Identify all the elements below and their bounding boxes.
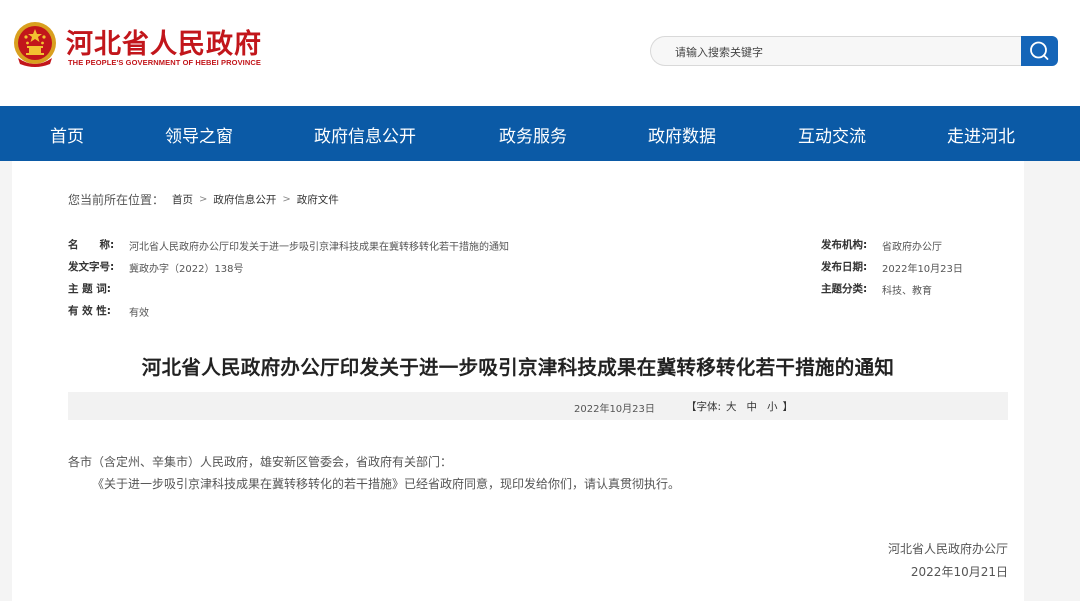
content-panel: 您当前所在位置： 首页 > 政府信息公开 > 政府文件 名 称: 河北省人民政府…	[12, 161, 1024, 601]
article-signature: 河北省人民政府办公厅	[887, 542, 1008, 556]
nav-item-about-hebei[interactable]: 走进河北	[947, 122, 1015, 147]
site-header: 河北省人民政府 THE PEOPLE'S GOVERNMENT OF HEBEI…	[0, 0, 1080, 106]
national-emblem-icon[interactable]	[12, 20, 58, 70]
article-title: 河北省人民政府办公厅印发关于进一步吸引京津科技成果在冀转移转化若干措施的通知	[141, 356, 895, 379]
article-date: 2022年10月23日	[574, 404, 655, 415]
breadcrumb: 您当前所在位置： 首页 > 政府信息公开 > 政府文件	[68, 191, 339, 208]
font-size-prefix: 【字体:	[686, 401, 722, 413]
meta-subject-label: 主 题 词:	[68, 283, 112, 295]
site-subtitle: THE PEOPLE'S GOVERNMENT OF HEBEI PROVINC…	[68, 58, 261, 67]
meta-publisher-value: 省政府办公厅	[882, 242, 942, 253]
meta-name-value: 河北省人民政府办公厅印发关于进一步吸引京津科技成果在冀转移转化若干措施的通知	[129, 242, 509, 253]
search-input[interactable]	[675, 43, 1005, 61]
nav-item-gov-info[interactable]: 政府信息公开	[314, 122, 416, 147]
article-paragraph: 《关于进一步吸引京津科技成果在冀转移转化的若干措施》已经省政府同意，现印发给你们…	[92, 477, 681, 491]
meta-publisher-label: 发布机构:	[821, 239, 868, 251]
main-nav: 首页 领导之窗 政府信息公开 政务服务 政府数据 互动交流 走进河北	[0, 106, 1080, 161]
meta-validity-label: 有 效 性:	[68, 305, 112, 317]
article-sign-date: 2022年10月21日	[910, 565, 1008, 579]
meta-doc-no-value: 冀政办字（2022）138号	[129, 264, 244, 275]
meta-category-value: 科技、教育	[882, 286, 932, 297]
font-size-small[interactable]: 小	[767, 399, 778, 414]
breadcrumb-item-gov-info[interactable]: 政府信息公开	[213, 192, 276, 207]
breadcrumb-item-gov-docs[interactable]: 政府文件	[297, 192, 339, 207]
nav-item-services[interactable]: 政务服务	[499, 122, 567, 147]
nav-item-leaders[interactable]: 领导之窗	[165, 122, 233, 147]
meta-validity-value: 有效	[129, 308, 149, 319]
search-icon	[1030, 41, 1049, 60]
nav-item-interaction[interactable]: 互动交流	[798, 122, 866, 147]
breadcrumb-prefix: 您当前所在位置：	[68, 193, 165, 207]
article-salutation: 各市（含定州、辛集市）人民政府，雄安新区管委会，省政府有关部门：	[68, 455, 453, 469]
breadcrumb-item-home[interactable]: 首页	[172, 192, 193, 207]
nav-item-home[interactable]: 首页	[50, 122, 84, 147]
meta-name-label: 名 称:	[68, 239, 115, 251]
font-size-large[interactable]: 大	[726, 399, 737, 414]
font-size-control: 【字体: 大 中 小 】	[686, 399, 793, 414]
search-box	[650, 36, 1022, 66]
search-button[interactable]	[1021, 36, 1058, 66]
chevron-right-icon: >	[282, 194, 291, 205]
meta-category-label: 主题分类:	[821, 283, 868, 295]
meta-doc-no-label: 发文字号:	[68, 261, 115, 273]
article-info-bar: 2022年10月23日 【字体: 大 中 小 】	[68, 392, 1008, 420]
font-size-suffix: 】	[782, 401, 794, 413]
font-size-medium[interactable]: 中	[747, 399, 758, 414]
meta-publish-date-label: 发布日期:	[821, 261, 868, 273]
nav-item-data[interactable]: 政府数据	[648, 122, 716, 147]
site-title[interactable]: 河北省人民政府	[66, 22, 262, 61]
chevron-right-icon: >	[199, 194, 208, 205]
meta-publish-date-value: 2022年10月23日	[882, 264, 963, 275]
